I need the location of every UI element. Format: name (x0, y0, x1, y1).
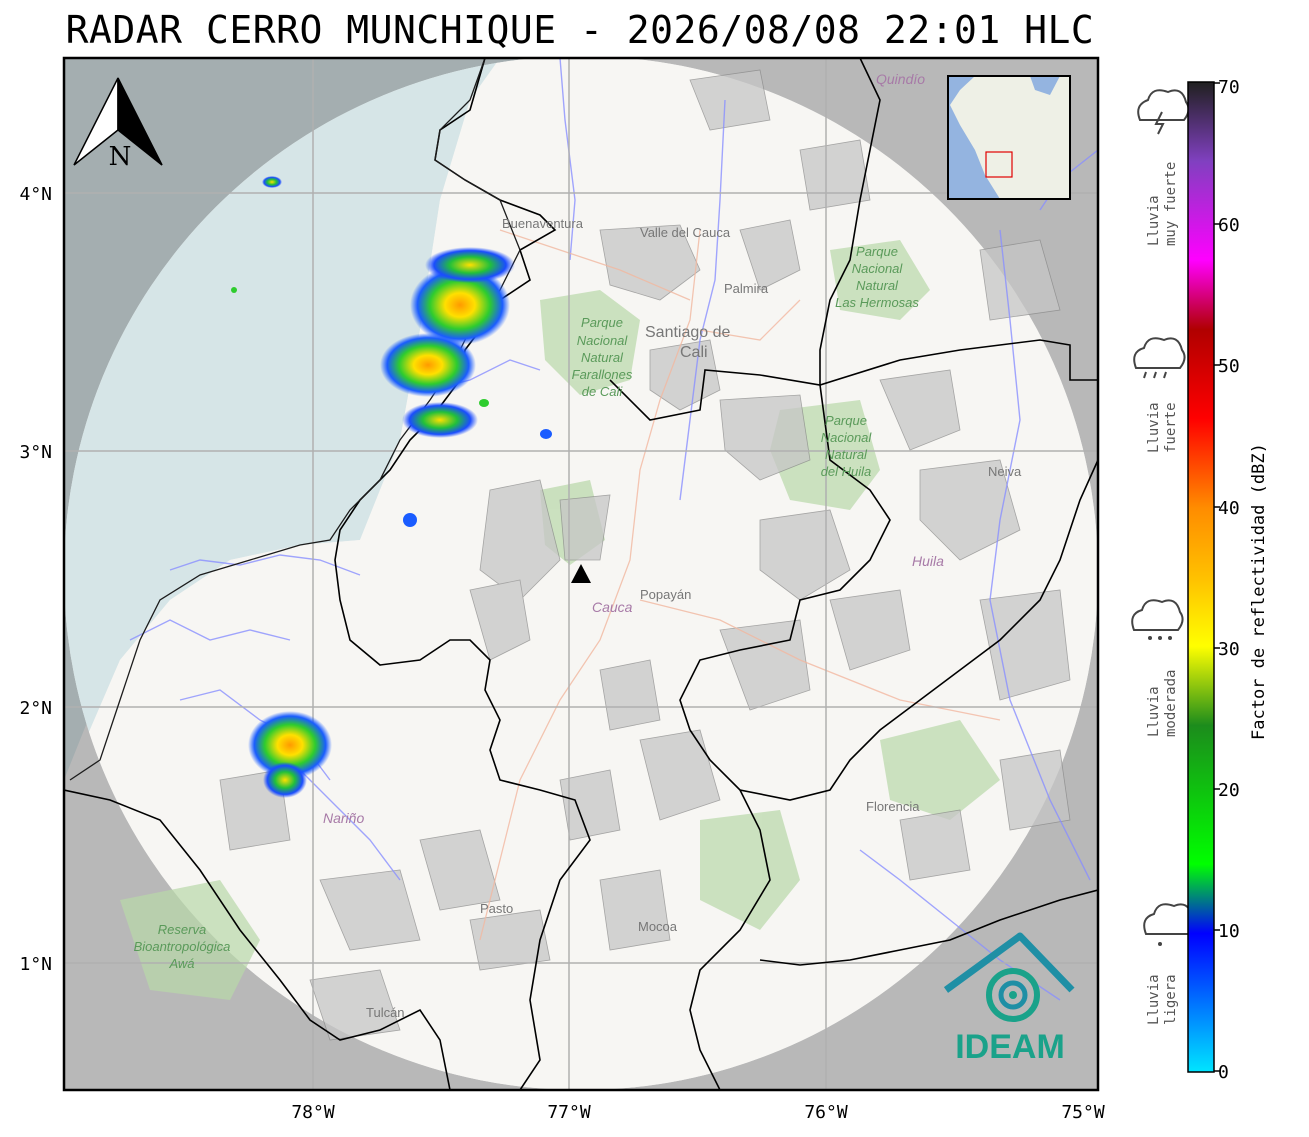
moderate-rain-cloud-icon (1131, 599, 1184, 640)
storm-cloud-icon (1137, 89, 1190, 135)
svg-text:Natural: Natural (856, 278, 899, 293)
longitude-axis: 78°W 77°W 76°W 75°W (291, 1102, 1105, 1123)
svg-text:muy fuerte: muy fuerte (1163, 162, 1179, 246)
latitude-axis: 4°N 3°N 2°N 1°N (19, 184, 52, 975)
colorbar-tick: 50 (1218, 356, 1240, 377)
label-mocoa: Mocoa (638, 919, 678, 934)
svg-text:Lluvia: Lluvia (1146, 686, 1162, 737)
lat-tick: 1°N (19, 954, 52, 975)
label-neiva: Neiva (988, 464, 1022, 479)
lat-tick: 3°N (19, 442, 52, 463)
label-santiago-2: Cali (680, 344, 708, 361)
colorbar-label: Factor de reflectividad (dBZ) (1249, 443, 1269, 740)
label-florencia: Florencia (866, 799, 920, 814)
north-arrow-label: N (109, 142, 132, 172)
svg-text:Reserva: Reserva (158, 922, 206, 937)
svg-text:Lluvia: Lluvia (1146, 195, 1162, 246)
label-narino: Nariño (323, 810, 364, 826)
label-quindio: Quindío (876, 71, 925, 87)
svg-text:moderada: moderada (1163, 670, 1179, 737)
colorbar-tick: 70 (1218, 77, 1240, 98)
reflectivity-colorbar: 70 60 50 40 30 20 10 0 Factor de reflect… (1187, 77, 1269, 1083)
label-tulcan: Tulcán (366, 1005, 405, 1020)
map-panel: Buenaventura Valle del Cauca Palmira San… (64, 58, 1098, 1090)
label-buenaventura: Buenaventura (502, 216, 584, 231)
svg-text:Nacional: Nacional (577, 333, 629, 348)
svg-text:ligera: ligera (1163, 974, 1179, 1025)
lon-tick: 78°W (291, 1102, 335, 1123)
label-huila: Huila (912, 553, 944, 569)
svg-text:Awá: Awá (168, 956, 194, 971)
svg-text:Bioantropológica: Bioantropológica (134, 939, 231, 954)
inset-locator-map (947, 75, 1071, 200)
radar-map-figure: Buenaventura Valle del Cauca Palmira San… (19, 56, 1269, 1123)
colorbar-tick: 0 (1218, 1062, 1229, 1083)
heavy-rain-cloud-icon (1133, 337, 1186, 379)
lat-tick: 4°N (19, 184, 52, 205)
lat-tick: 2°N (19, 698, 52, 719)
svg-text:Parque: Parque (581, 315, 623, 330)
svg-text:Nacional: Nacional (821, 430, 873, 445)
colorbar-tick: 10 (1218, 921, 1240, 942)
ideam-logo-text: IDEAM (955, 1028, 1065, 1066)
svg-text:Parque: Parque (825, 413, 867, 428)
label-cauca: Cauca (592, 599, 633, 615)
svg-text:Natural: Natural (581, 350, 624, 365)
svg-text:Farallones: Farallones (572, 367, 633, 382)
colorbar-tick: 40 (1218, 498, 1240, 519)
svg-text:fuerte: fuerte (1163, 402, 1179, 453)
label-palmira: Palmira (724, 281, 769, 296)
svg-text:Lluvia: Lluvia (1146, 974, 1162, 1025)
lon-tick: 76°W (804, 1102, 848, 1123)
svg-text:Parque: Parque (856, 244, 898, 259)
label-santiago-1: Santiago de (645, 324, 731, 341)
svg-text:Las Hermosas: Las Hermosas (835, 295, 919, 310)
colorbar-tick: 20 (1218, 780, 1240, 801)
lon-tick: 75°W (1061, 1102, 1105, 1123)
colorbar-tick: 60 (1218, 215, 1240, 236)
svg-text:Nacional: Nacional (852, 261, 904, 276)
svg-text:del Huila: del Huila (821, 464, 872, 479)
rain-legend: Lluvia muy fuerte Lluvia fuerte Lluvia m… (1131, 89, 1196, 1025)
svg-text:Natural: Natural (825, 447, 868, 462)
svg-text:Lluvia: Lluvia (1146, 402, 1162, 453)
label-popayan: Popayán (640, 587, 691, 602)
svg-text:de Cali: de Cali (582, 384, 624, 399)
light-rain-cloud-icon (1143, 903, 1196, 946)
label-valle: Valle del Cauca (640, 225, 731, 240)
colorbar-tick: 30 (1218, 639, 1240, 660)
lon-tick: 77°W (547, 1102, 591, 1123)
label-pasto: Pasto (480, 901, 513, 916)
